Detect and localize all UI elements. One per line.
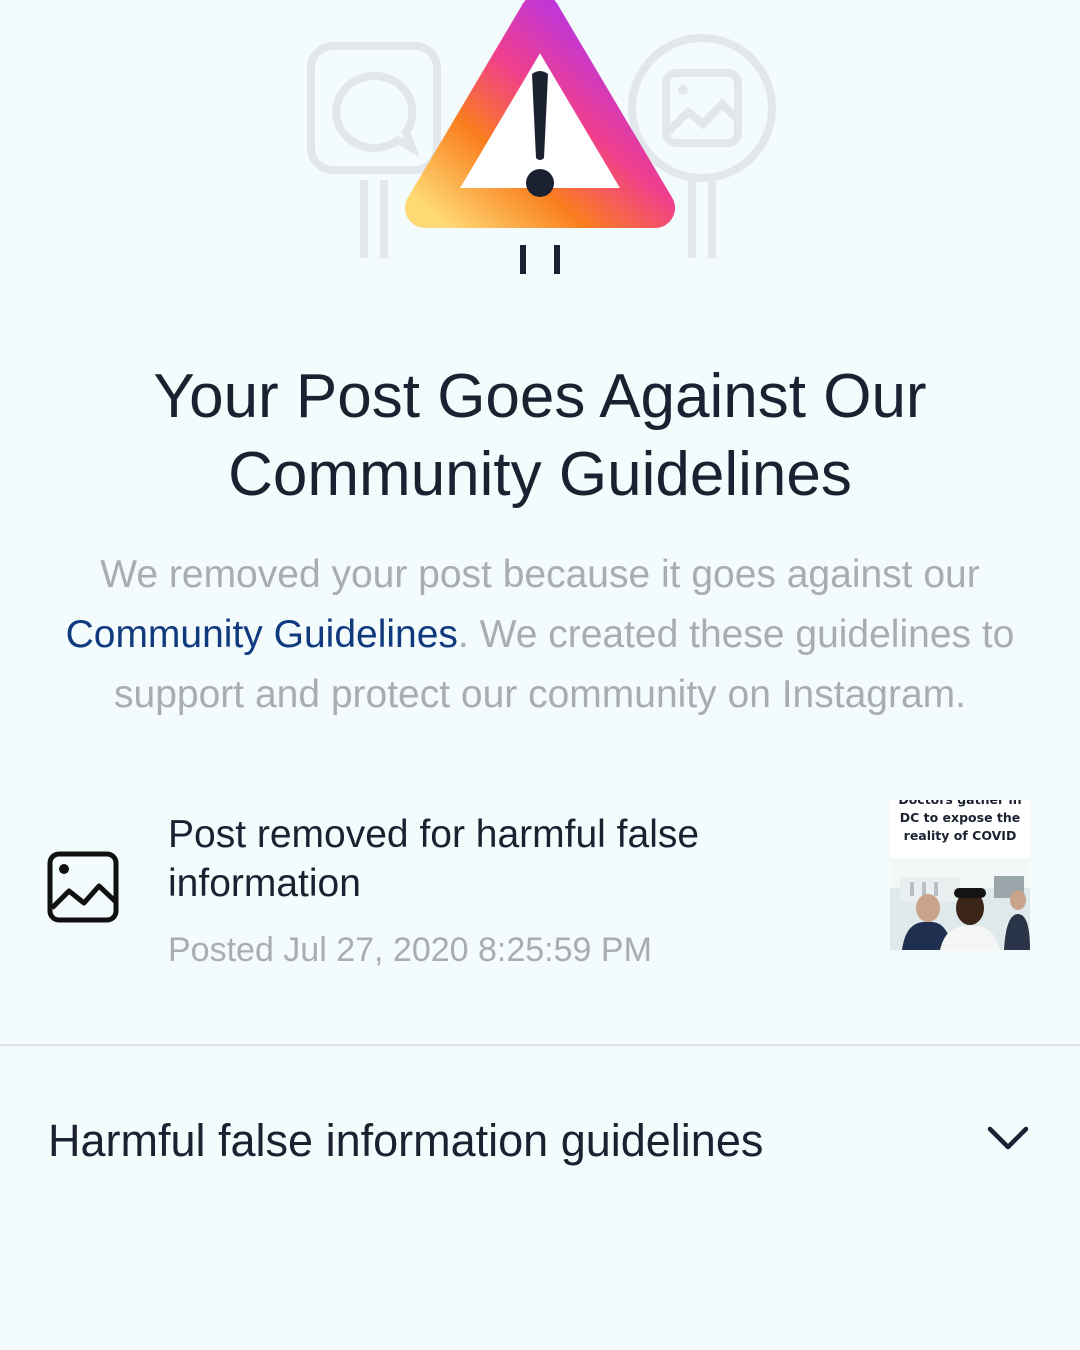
page-title-line-2: Community Guidelines [228,440,852,509]
removed-post-info: Post removed for harmful false informati… [168,810,848,970]
page-title: Your Post Goes Against Our Community Gui… [60,358,1020,514]
chevron-down-icon[interactable] [984,1121,1032,1157]
post-thumbnail[interactable]: Doctors gather in DC to expose the reali… [890,800,1030,950]
removal-description: We removed your post because it goes aga… [30,545,1050,725]
image-icon [47,851,119,923]
warning-sign-post [520,245,560,274]
post-date: Posted Jul 27, 2020 8:25:59 PM [168,931,652,969]
section-divider [0,1044,1080,1046]
warning-illustration [307,0,776,274]
description-text-before: We removed your post because it goes aga… [100,553,980,596]
page-title-line-1: Your Post Goes Against Our [153,362,927,431]
thumbnail-caption: Doctors gather in DC to expose the reali… [898,800,1021,843]
harmful-false-info-guidelines-accordion[interactable]: Harmful false information guidelines [0,1095,1080,1195]
thumbnail-photo [890,858,1030,950]
warning-triangle-icon [405,0,675,228]
accordion-label: Harmful false information guidelines [48,1115,764,1166]
community-guidelines-link[interactable]: Community Guidelines [66,613,458,656]
post-removal-reason: Post removed for harmful false informati… [168,813,700,905]
